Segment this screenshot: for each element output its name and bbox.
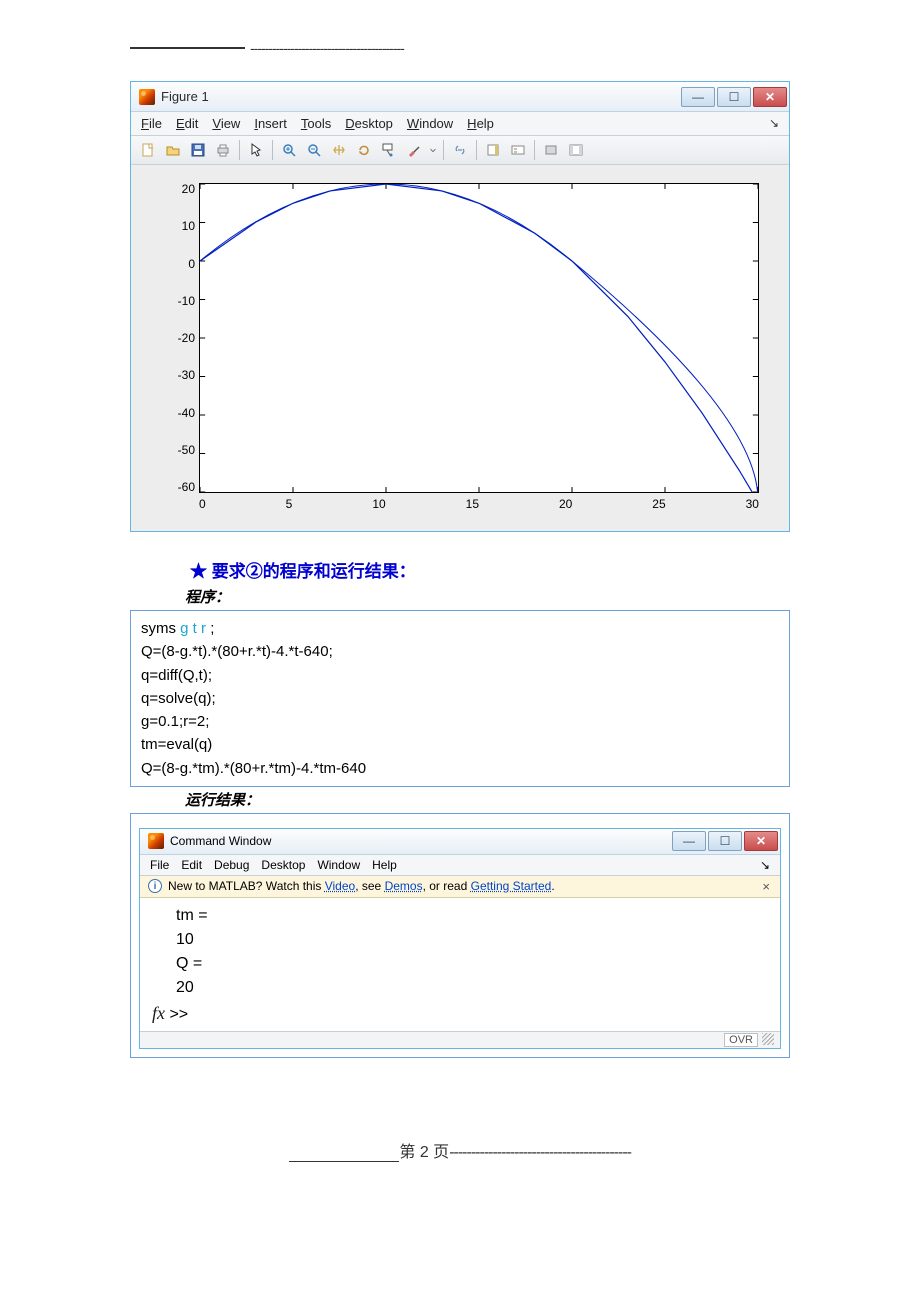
cmd-menubar: File Edit Debug Desktop Window Help ↘ [140,855,780,876]
code-line: tm=eval(q) [141,733,779,756]
output-line: 10 [152,928,770,952]
figure-titlebar: Figure 1 — ☐ ✕ [131,82,789,112]
show-plot-tools-icon[interactable] [565,139,587,161]
code-line: g=0.1;r=2; [141,710,779,733]
minimize-button[interactable]: — [681,87,715,107]
cmd-minimize-button[interactable]: — [672,831,706,851]
cmd-dock-icon[interactable]: ↘ [760,858,770,872]
pointer-icon[interactable] [245,139,267,161]
menu-help[interactable]: Help [467,116,494,131]
cmd-menu-desktop[interactable]: Desktop [261,858,305,872]
info-text: New to MATLAB? Watch this Video, see Dem… [168,879,555,893]
close-button[interactable]: ✕ [753,87,787,107]
open-icon[interactable] [162,139,184,161]
code-line: Q=(8-g.*tm).*(80+r.*tm)-4.*tm-640 [141,757,779,780]
cmd-title-text: Command Window [170,834,271,848]
plot-line [200,184,758,492]
rotate-icon[interactable] [353,139,375,161]
brush-dropdown-icon[interactable] [428,139,438,161]
figure-toolbar [131,136,789,165]
maximize-button[interactable]: ☐ [717,87,751,107]
code-line: q=diff(Q,t); [141,664,779,687]
cmd-menu-window[interactable]: Window [317,858,360,872]
x-axis-labels: 0 5 10 15 20 25 30 [199,497,759,511]
info-icon: i [148,879,162,893]
cmd-maximize-button[interactable]: ☐ [708,831,742,851]
matlab-figure-icon [139,89,155,105]
page-footer: ________________第 2 页-------------------… [130,1138,790,1162]
program-subhead: 程序： [185,586,790,607]
menu-window[interactable]: Window [407,116,453,131]
output-line: 20 [152,976,770,1000]
output-line: Q = [152,952,770,976]
cmd-close-button[interactable]: ✕ [744,831,778,851]
menu-edit[interactable]: Edit [176,116,198,131]
cmd-menu-edit[interactable]: Edit [181,858,202,872]
code-box: syms g t r ; Q=(8-g.*t).*(80+r.*t)-4.*t-… [130,610,790,787]
cmd-titlebar: Command Window — ☐ ✕ [140,829,780,855]
hide-plot-tools-icon[interactable] [540,139,562,161]
zoom-in-icon[interactable] [278,139,300,161]
menu-insert[interactable]: Insert [254,116,287,131]
command-window: Command Window — ☐ ✕ File Edit Debug Des… [139,828,781,1049]
y-axis-labels: 20 10 0 -10 -20 -30 -40 -50 -60 [165,183,195,493]
pan-icon[interactable] [328,139,350,161]
ovr-indicator: OVR [724,1033,758,1047]
data-cursor-icon[interactable] [378,139,400,161]
code-line: q=solve(q); [141,687,779,710]
save-icon[interactable] [187,139,209,161]
menu-desktop[interactable]: Desktop [345,116,393,131]
menu-tools[interactable]: Tools [301,116,331,131]
infobar-close-icon[interactable]: × [760,879,772,894]
plot-area: 20 10 0 -10 -20 -30 -40 -50 -60 0 5 10 1… [131,165,789,531]
dock-icon[interactable]: ↘ [769,116,779,131]
result-subhead: 运行结果： [185,789,790,810]
zoom-out-icon[interactable] [303,139,325,161]
matlab-icon [148,833,164,849]
output-line: tm = [152,904,770,928]
cmd-menu-file[interactable]: File [150,858,169,872]
figure-title: Figure 1 [161,89,209,104]
menu-view[interactable]: View [212,116,240,131]
new-icon[interactable] [137,139,159,161]
resize-grip-icon[interactable] [762,1033,774,1045]
code-line: Q=(8-g.*t).*(80+r.*t)-4.*t-640; [141,640,779,663]
axes [199,183,759,493]
figure-window: Figure 1 — ☐ ✕ File Edit View Insert Too… [130,81,790,532]
brush-icon[interactable] [403,139,425,161]
link-video[interactable]: Video [325,879,355,893]
link-icon[interactable] [449,139,471,161]
prompt-line[interactable]: fx >> [152,1000,770,1027]
link-demos[interactable]: Demos [385,879,423,893]
code-line: syms g t r ; [141,617,779,640]
cmd-infobar: i New to MATLAB? Watch this Video, see D… [140,876,780,898]
insert-colorbar-icon[interactable] [482,139,504,161]
link-getting-started[interactable]: Getting Started [471,879,552,893]
cmd-body[interactable]: tm = 10 Q = 20 fx >> [140,898,780,1031]
insert-legend-icon[interactable] [507,139,529,161]
menu-file[interactable]: File [141,116,162,131]
fx-icon[interactable]: fx [152,1003,165,1023]
cmd-menu-debug[interactable]: Debug [214,858,249,872]
print-icon[interactable] [212,139,234,161]
cmd-menu-help[interactable]: Help [372,858,397,872]
section-heading: ★ 要求②的程序和运行结果： [190,557,790,582]
cmd-statusbar: OVR [140,1031,780,1048]
top-dash-line: ----------------------------------------… [130,40,790,56]
figure-menubar: File Edit View Insert Tools Desktop Wind… [131,112,789,136]
